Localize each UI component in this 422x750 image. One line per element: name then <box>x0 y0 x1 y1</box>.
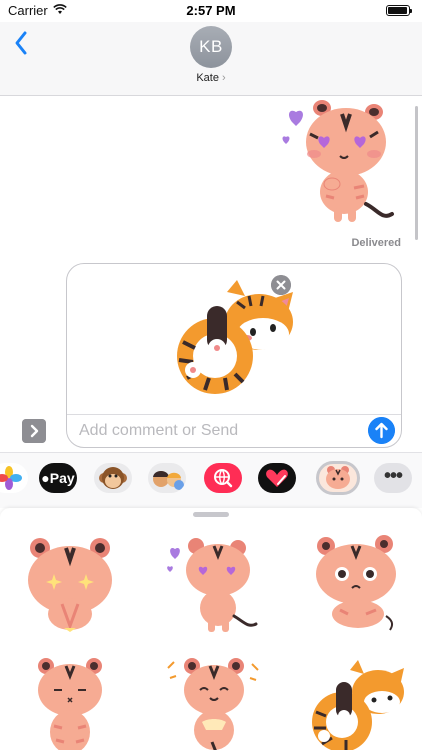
send-button[interactable] <box>368 417 395 444</box>
sent-tiger-sticker[interactable] <box>278 100 398 228</box>
sticker-tiger-sleepy[interactable] <box>18 656 122 750</box>
sticker-cat-curled[interactable] <box>306 656 410 750</box>
more-apps-button[interactable]: ••• <box>374 463 412 493</box>
sticker-tiger-teary[interactable] <box>306 534 410 634</box>
apple-pay-app-button[interactable]: ●Pay <box>39 463 77 493</box>
sticker-tiger-happy[interactable] <box>162 656 266 750</box>
staged-cat-sticker[interactable] <box>171 278 299 398</box>
battery-icon <box>386 5 412 16</box>
photos-app-button[interactable] <box>0 463 28 493</box>
sticker-panel <box>0 508 422 750</box>
heart-icon <box>266 469 288 487</box>
digital-touch-app-button[interactable] <box>258 463 296 493</box>
status-bar: Carrier 2:57 PM <box>0 0 422 22</box>
compose-divider <box>67 414 401 415</box>
scroll-indicator <box>415 106 418 240</box>
panel-grabber[interactable] <box>193 512 229 517</box>
animoji-app-button[interactable] <box>94 463 132 493</box>
contact-name: Kate <box>196 72 219 84</box>
memoji-icon <box>153 471 184 490</box>
sticker-tiger-starry-eyes[interactable] <box>18 534 122 634</box>
back-chevron-icon[interactable] <box>10 28 34 58</box>
remove-sticker-button[interactable] <box>271 275 291 295</box>
expand-apps-button[interactable] <box>22 419 46 443</box>
app-drawer: ●Pay ••• <box>0 452 422 508</box>
globe-search-icon <box>214 469 233 488</box>
comment-input[interactable] <box>79 419 359 443</box>
tiger-face-icon <box>326 466 350 489</box>
image-search-app-button[interactable] <box>204 463 242 493</box>
memoji-app-button[interactable] <box>148 463 186 493</box>
contact-name-button[interactable]: Kate › <box>0 72 422 84</box>
chevron-right-icon: › <box>222 72 226 84</box>
tiger-stickers-app-button[interactable] <box>316 461 360 495</box>
monkey-icon <box>99 467 127 489</box>
compose-box[interactable] <box>66 263 402 448</box>
apple-pay-label: Pay <box>49 470 75 486</box>
apple-icon: ● <box>41 470 50 486</box>
flower-icon <box>0 466 22 490</box>
clock: 2:57 PM <box>186 3 236 18</box>
delivery-status: Delivered <box>351 237 401 249</box>
sticker-tiger-heart-eyes[interactable] <box>162 534 266 634</box>
conversation-header: KB Kate › <box>0 22 422 96</box>
contact-avatar[interactable]: KB <box>190 26 232 68</box>
